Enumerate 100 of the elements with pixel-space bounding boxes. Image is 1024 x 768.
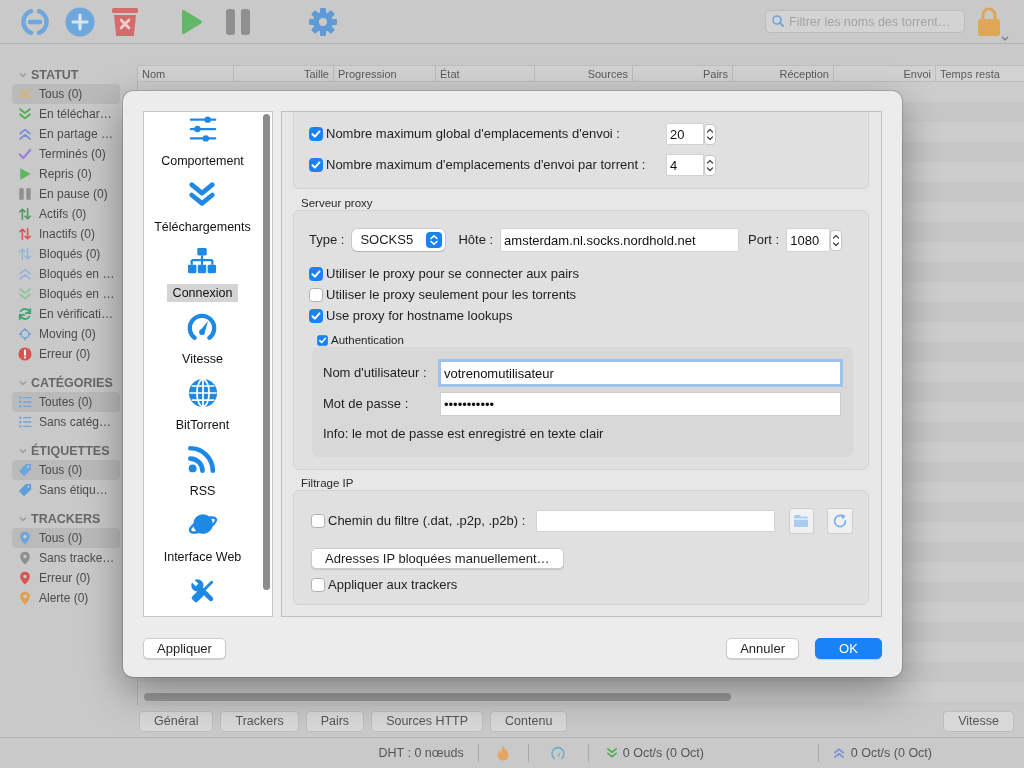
nav-item[interactable]: Connexion [166, 284, 239, 302]
column-header[interactable]: Pairs [633, 66, 733, 81]
sidebar-item[interactable]: Actifs (0) [12, 204, 120, 224]
checkbox[interactable] [309, 158, 323, 172]
column-header[interactable]: Envoi [834, 66, 936, 81]
chevron-down-icon[interactable] [19, 72, 27, 78]
sidebar-item[interactable]: En partage … [12, 124, 120, 144]
sidebar-item[interactable]: Bloqués en … [12, 284, 120, 304]
pause-icon[interactable] [225, 7, 251, 36]
sidebar-item[interactable]: Bloqués en … [12, 264, 120, 284]
checkbox[interactable] [309, 127, 323, 141]
number-field[interactable]: 20 [667, 124, 703, 144]
map-pin-icon [18, 591, 32, 605]
tag-icon [18, 483, 32, 497]
checkbox[interactable] [311, 578, 325, 592]
sidebar-item[interactable]: Bloqués (0) [12, 244, 120, 264]
port-field[interactable]: 1080 [787, 229, 830, 251]
scrollbar[interactable] [144, 693, 731, 701]
sidebar-item[interactable]: Inactifs (0) [12, 224, 120, 244]
gauge-icon[interactable] [551, 746, 566, 760]
folder-icon [793, 514, 810, 528]
caret-icon[interactable] [1001, 36, 1009, 41]
nav-item[interactable]: Interface Web [157, 548, 248, 566]
dialog-button[interactable]: Annuler [726, 638, 799, 659]
column-header[interactable]: Nom [138, 66, 234, 81]
checkbox-label: Use proxy for hostname lookups [326, 308, 513, 324]
proxy-type-select[interactable]: SOCKS5 [352, 229, 446, 251]
column-header[interactable]: Temps resta [936, 66, 1024, 81]
stepper-icon[interactable] [704, 123, 716, 145]
sidebar-item[interactable]: Toutes (0) [12, 392, 120, 412]
filter-path-field[interactable] [537, 511, 774, 531]
column-header[interactable]: Sources [535, 66, 633, 81]
checkbox[interactable] [309, 267, 323, 281]
sliders-icon[interactable] [187, 114, 218, 144]
play-icon[interactable] [179, 7, 203, 36]
flame-icon[interactable] [497, 745, 510, 761]
sync-icon [18, 307, 32, 321]
double-chevron-up-icon [832, 747, 845, 759]
network-icon[interactable] [187, 246, 218, 276]
chevron-down-icon[interactable] [19, 448, 27, 454]
ok-button[interactable]: OK [815, 638, 882, 659]
plus-circle-icon[interactable] [65, 6, 95, 37]
lock-icon[interactable] [978, 6, 1000, 37]
crosshair-icon [18, 327, 32, 341]
nav-item[interactable]: Comportement [155, 152, 250, 170]
checkbox[interactable] [311, 514, 325, 528]
group-title: Filtrage IP [300, 476, 355, 490]
reload-button[interactable] [827, 508, 853, 534]
nav-item[interactable]: Vitesse [176, 350, 229, 368]
host-field[interactable]: amsterdam.nl.socks.nordhold.net [501, 229, 739, 251]
sidebar-item[interactable]: Erreur (0) [12, 344, 120, 364]
chevron-down-icon[interactable] [19, 380, 27, 386]
tab[interactable]: Pairs [305, 710, 365, 732]
checkbox[interactable] [309, 309, 323, 323]
nav-item[interactable]: Téléchargements [148, 218, 257, 236]
sidebar-item[interactable]: Sans étiqu… [12, 480, 120, 500]
sidebar-item[interactable]: Repris (0) [12, 164, 120, 184]
sidebar-item[interactable]: En pause (0) [12, 184, 120, 204]
rss-icon[interactable] [187, 444, 218, 474]
column-header[interactable]: État [436, 66, 535, 81]
tab[interactable]: Contenu [490, 710, 568, 732]
number-field[interactable]: 4 [667, 155, 703, 175]
sidebar-item[interactable]: Tous (0) [12, 84, 120, 104]
chevron-down-icon[interactable] [19, 516, 27, 522]
password-field[interactable]: ••••••••••• [441, 393, 840, 415]
column-header[interactable]: Réception [733, 66, 834, 81]
double-chevron-down-icon [18, 107, 32, 121]
speed-button[interactable]: Vitesse [943, 710, 1014, 732]
tab[interactable]: Trackers [220, 710, 299, 732]
link-icon[interactable] [20, 6, 50, 37]
sidebar-item[interactable]: Tous (0) [12, 460, 120, 480]
dialog-button[interactable]: Appliquer [143, 638, 226, 659]
trash-icon[interactable] [111, 6, 139, 37]
browse-button[interactable] [788, 508, 815, 534]
sidebar-item[interactable]: Sans catég… [12, 412, 120, 432]
tab[interactable]: Sources HTTP [371, 710, 484, 732]
nav-item[interactable]: BitTorrent [169, 416, 236, 434]
manual-ip-button[interactable]: Adresses IP bloquées manuellement… [311, 548, 564, 569]
sidebar-item[interactable]: Sans tracke… [12, 548, 120, 568]
stepper-icon[interactable] [704, 154, 716, 176]
sidebar-item[interactable]: Erreur (0) [12, 568, 120, 588]
stepper-icon[interactable] [830, 229, 843, 251]
gauge-icon[interactable] [187, 312, 218, 342]
username-field[interactable]: votrenomutilisateur [441, 362, 840, 384]
sidebar-item[interactable]: Tous (0) [12, 528, 120, 548]
refresh-icon [832, 513, 849, 529]
nav-item[interactable]: RSS [183, 482, 222, 500]
checkbox[interactable] [309, 288, 323, 302]
checkbox[interactable] [317, 334, 328, 346]
tab[interactable]: Général [139, 710, 214, 732]
sidebar-item[interactable]: Moving (0) [12, 324, 120, 344]
sidebar-item[interactable]: Terminés (0) [12, 144, 120, 164]
sidebar-item[interactable]: En vérificati… [12, 304, 120, 324]
globe-icon[interactable] [187, 378, 218, 408]
settings-icon[interactable] [308, 6, 338, 37]
scrollbar[interactable] [263, 114, 270, 590]
column-header[interactable]: Progression [334, 66, 436, 81]
column-header[interactable]: Taille [234, 66, 334, 81]
sidebar-item[interactable]: En téléchar… [12, 104, 120, 124]
sidebar-item[interactable]: Alerte (0) [12, 588, 120, 608]
